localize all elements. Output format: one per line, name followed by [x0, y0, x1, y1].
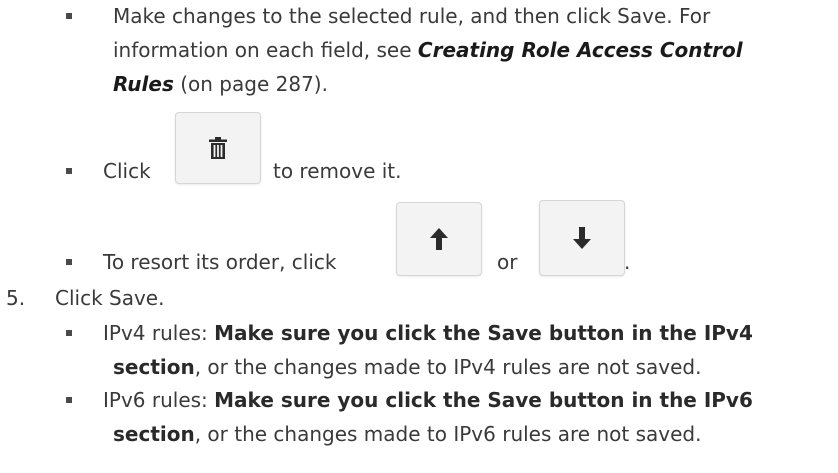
ipv4-rules-line2: section, or the changes made to IPv4 rul…	[113, 355, 702, 379]
trash-icon	[209, 137, 227, 159]
resort-instruction-pre: To resort its order, click	[103, 250, 337, 274]
bullet-marker	[66, 330, 72, 336]
bullet-marker	[66, 259, 72, 265]
move-up-button[interactable]	[396, 202, 482, 276]
bullet-marker	[66, 168, 72, 174]
edit-instruction-line3: Rules (on page 287).	[113, 72, 328, 96]
ipv6-rules-line2: section, or the changes made to IPv6 rul…	[113, 422, 702, 446]
step-number: 5.	[6, 286, 26, 310]
bullet-marker	[66, 397, 72, 403]
resort-instruction-post: .	[624, 250, 631, 274]
delete-instruction-pre: Click	[103, 159, 151, 183]
resort-instruction-or: or	[497, 250, 518, 274]
step-text: Click Save.	[55, 286, 165, 310]
cross-reference-link-cont[interactable]: Rules	[113, 72, 174, 96]
bullet-marker	[66, 13, 72, 19]
ipv4-rules-line1: IPv4 rules: Make sure you click the Save…	[103, 321, 753, 345]
delete-button[interactable]	[175, 112, 261, 184]
delete-instruction-post: to remove it.	[273, 159, 402, 183]
arrow-down-icon	[573, 227, 591, 249]
ipv6-rules-line1: IPv6 rules: Make sure you click the Save…	[103, 388, 753, 412]
arrow-up-icon	[430, 228, 448, 250]
cross-reference-link[interactable]: Creating Role Access Control	[418, 38, 743, 62]
edit-instruction-line1: Make changes to the selected rule, and t…	[113, 4, 711, 28]
move-down-button[interactable]	[539, 200, 625, 276]
edit-instruction-line2: information on each field, see Creating …	[113, 38, 743, 62]
